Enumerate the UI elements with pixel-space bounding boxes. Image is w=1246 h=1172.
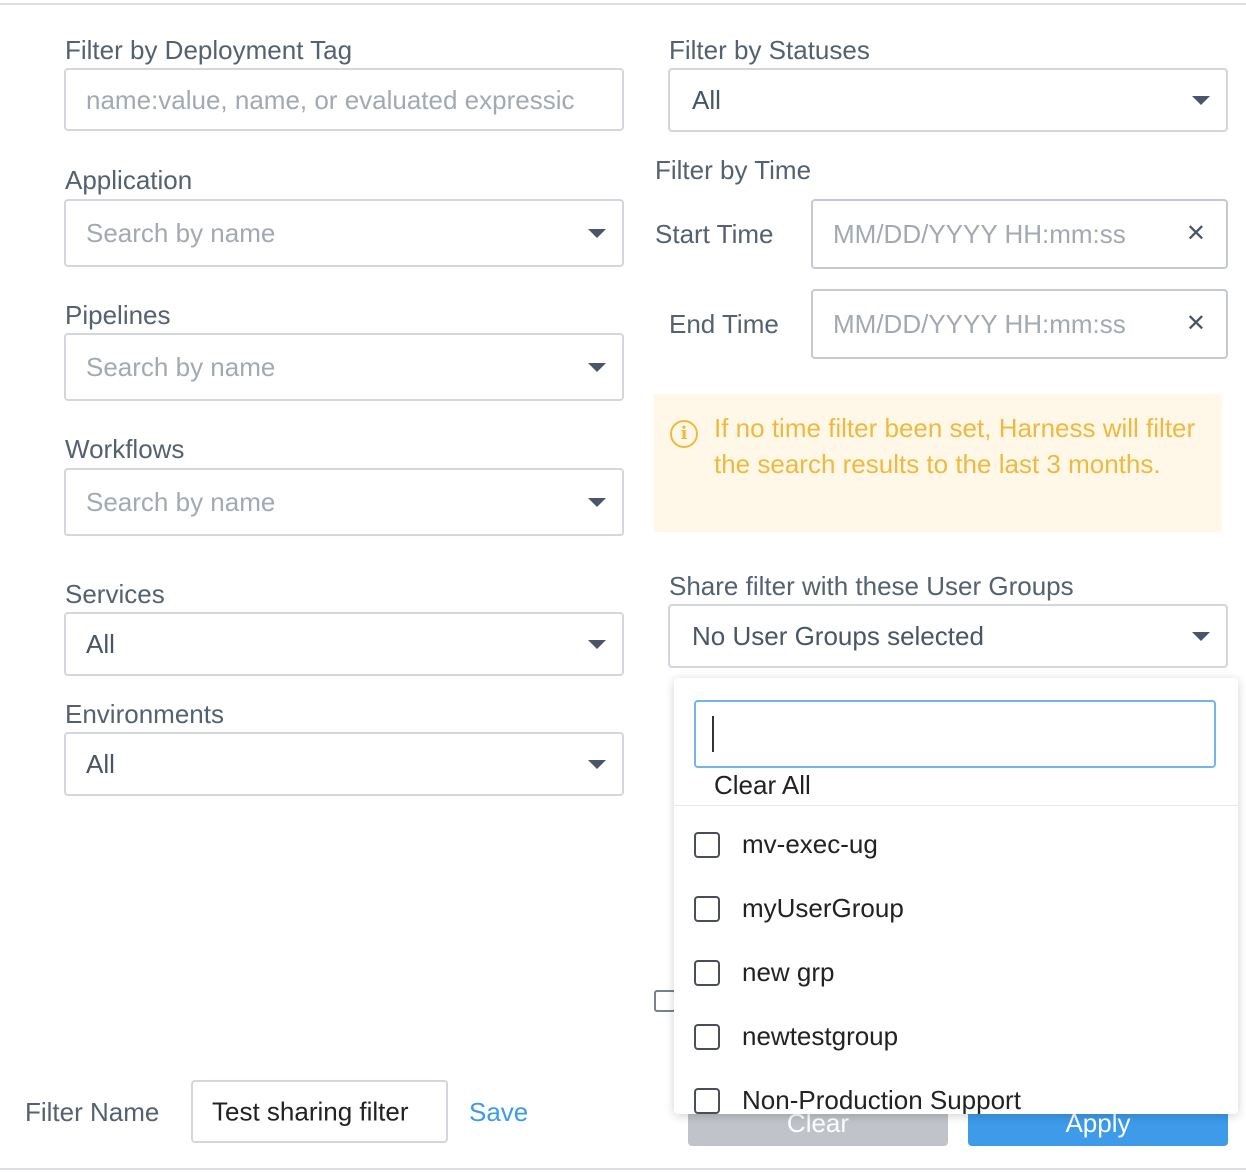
application-placeholder: Search by name	[86, 218, 276, 248]
user-group-option-label: new grp	[742, 957, 835, 987]
workflows-select[interactable]: Search by name	[64, 468, 624, 536]
user-group-option-label: Non-Production Support	[742, 1085, 1021, 1114]
workflows-placeholder: Search by name	[86, 487, 276, 517]
notice-text: If no time filter been set, Harness will…	[714, 413, 1196, 479]
chevron-down-icon	[588, 229, 606, 238]
start-time-label: Start Time	[655, 219, 774, 249]
user-group-option-label: newtestgroup	[742, 1021, 899, 1051]
deployment-tag-placeholder: name:value, name, or evaluated expressic	[86, 84, 575, 115]
environments-select[interactable]: All	[64, 732, 624, 796]
application-select[interactable]: Search by name	[64, 199, 624, 267]
environments-label: Environments	[65, 699, 224, 729]
services-value: All	[86, 629, 115, 659]
end-time-label: End Time	[669, 309, 779, 339]
deployment-tag-label: Filter by Deployment Tag	[65, 35, 353, 65]
time-filter-label: Filter by Time	[655, 155, 812, 185]
statuses-select[interactable]: All	[668, 68, 1228, 132]
info-circle-icon: i	[670, 420, 698, 448]
save-link[interactable]: Save	[469, 1097, 528, 1127]
workflows-label: Workflows	[65, 434, 185, 464]
environments-value: All	[86, 749, 115, 779]
share-groups-value: No User Groups selected	[692, 621, 984, 651]
checkbox[interactable]	[694, 1088, 720, 1114]
time-filter-notice: i If no time filter been set, Harness wi…	[654, 394, 1222, 532]
chevron-down-icon	[1192, 96, 1210, 105]
start-time-input[interactable]: MM/DD/YYYY HH:mm:ss ✕	[811, 199, 1228, 269]
share-groups-select[interactable]: No User Groups selected	[668, 604, 1228, 668]
checkbox[interactable]	[654, 990, 676, 1012]
user-group-option[interactable]: myUserGroup	[694, 888, 1214, 928]
user-groups-search-input[interactable]	[694, 700, 1216, 768]
services-select[interactable]: All	[64, 612, 624, 676]
text-cursor	[712, 716, 714, 752]
user-group-option-label: mv-exec-ug	[742, 829, 878, 859]
user-groups-dropdown: Clear All mv-exec-ug myUserGroup new grp…	[674, 678, 1238, 1114]
chevron-down-icon	[588, 640, 606, 649]
end-time-input[interactable]: MM/DD/YYYY HH:mm:ss ✕	[811, 289, 1228, 359]
share-groups-label: Share filter with these User Groups	[669, 571, 1074, 601]
filter-name-input[interactable]: Test sharing filter	[191, 1080, 448, 1143]
filter-name-label: Filter Name	[25, 1097, 160, 1127]
end-time-placeholder: MM/DD/YYYY HH:mm:ss	[833, 309, 1126, 339]
application-label: Application	[65, 165, 193, 195]
filter-name-value: Test sharing filter	[212, 1096, 409, 1126]
statuses-label: Filter by Statuses	[669, 35, 870, 65]
user-group-option[interactable]: new grp	[694, 952, 1214, 992]
services-label: Services	[65, 579, 165, 609]
chevron-down-icon	[1192, 632, 1210, 641]
chevron-down-icon	[588, 363, 606, 372]
checkbox[interactable]	[694, 960, 720, 986]
close-icon[interactable]: ✕	[1186, 219, 1206, 249]
top-divider	[0, 0, 1246, 5]
user-group-option[interactable]: mv-exec-ug	[694, 824, 1214, 864]
user-group-option-label: myUserGroup	[742, 893, 904, 923]
user-group-option[interactable]: newtestgroup	[694, 1016, 1214, 1056]
deployment-tag-input[interactable]: name:value, name, or evaluated expressic	[64, 68, 624, 131]
checkbox[interactable]	[694, 1024, 720, 1050]
pipelines-select[interactable]: Search by name	[64, 333, 624, 401]
pipelines-label: Pipelines	[65, 300, 171, 330]
bottom-divider	[0, 1168, 1246, 1170]
pipelines-placeholder: Search by name	[86, 352, 276, 382]
user-group-option[interactable]: Non-Production Support	[694, 1080, 1214, 1114]
clear-all-link[interactable]: Clear All	[714, 770, 811, 800]
close-icon[interactable]: ✕	[1186, 309, 1206, 339]
statuses-value: All	[692, 85, 721, 115]
checkbox[interactable]	[694, 832, 720, 858]
start-time-placeholder: MM/DD/YYYY HH:mm:ss	[833, 219, 1126, 249]
chevron-down-icon	[588, 760, 606, 769]
checkbox[interactable]	[694, 896, 720, 922]
chevron-down-icon	[588, 498, 606, 507]
dropdown-divider	[674, 805, 1238, 806]
